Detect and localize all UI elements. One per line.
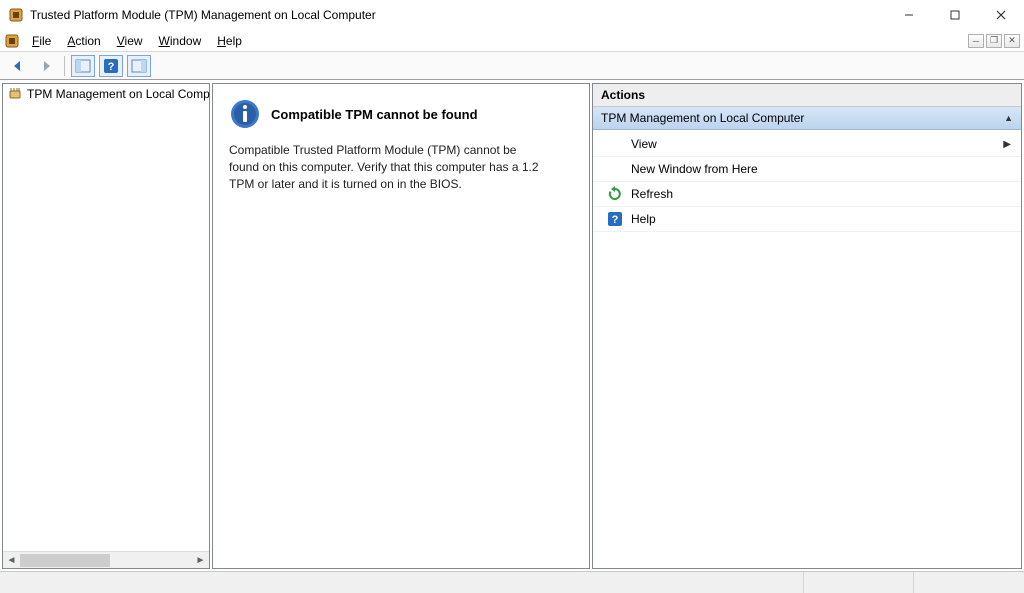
action-help[interactable]: ? Help bbox=[593, 207, 1021, 232]
titlebar: Trusted Platform Module (TPM) Management… bbox=[0, 0, 1024, 30]
actions-pane-title: Actions bbox=[593, 84, 1021, 107]
detail-heading: Compatible TPM cannot be found bbox=[271, 107, 478, 122]
actions-pane: Actions TPM Management on Local Computer… bbox=[592, 83, 1022, 569]
action-view[interactable]: View ▶ bbox=[593, 132, 1021, 157]
mdi-controls: ─ ❐ ✕ bbox=[968, 34, 1020, 48]
scroll-right-button[interactable]: ► bbox=[192, 552, 209, 569]
tpm-chip-icon bbox=[7, 86, 23, 102]
close-button[interactable] bbox=[978, 0, 1024, 30]
scroll-track[interactable] bbox=[20, 552, 192, 569]
collapse-arrow-icon: ▲ bbox=[1004, 113, 1013, 123]
menu-help[interactable]: Help bbox=[209, 32, 250, 50]
svg-text:?: ? bbox=[612, 214, 619, 226]
forward-button[interactable] bbox=[34, 55, 58, 77]
status-cell-2 bbox=[804, 572, 914, 593]
maximize-button[interactable] bbox=[932, 0, 978, 30]
minimize-button[interactable] bbox=[886, 0, 932, 30]
tree-root-node[interactable]: TPM Management on Local Comp bbox=[3, 84, 209, 104]
menu-action[interactable]: Action bbox=[59, 32, 108, 50]
menu-file[interactable]: File bbox=[24, 32, 59, 50]
submenu-arrow-icon: ▶ bbox=[1003, 139, 1011, 150]
menubar: File Action View Window Help ─ ❐ ✕ bbox=[0, 30, 1024, 52]
blank-icon bbox=[607, 161, 623, 177]
tree-root-label: TPM Management on Local Comp bbox=[27, 87, 210, 101]
toolbar-separator bbox=[64, 56, 65, 76]
app-icon bbox=[8, 7, 24, 23]
console-tree-pane: TPM Management on Local Comp ◄ ► bbox=[2, 83, 210, 569]
scroll-thumb[interactable] bbox=[20, 554, 110, 567]
scroll-left-button[interactable]: ◄ bbox=[3, 552, 20, 569]
detail-body-text: Compatible Trusted Platform Module (TPM)… bbox=[229, 142, 549, 192]
action-list: View ▶ New Window from Here Refresh bbox=[593, 130, 1021, 234]
tree-horizontal-scrollbar[interactable]: ◄ ► bbox=[3, 551, 209, 568]
mdi-minimize-button[interactable]: ─ bbox=[968, 34, 984, 48]
back-button[interactable] bbox=[6, 55, 30, 77]
info-icon bbox=[229, 98, 261, 130]
actions-group-header[interactable]: TPM Management on Local Computer ▲ bbox=[593, 107, 1021, 130]
mdi-app-icon bbox=[4, 33, 20, 49]
toolbar: ? bbox=[0, 52, 1024, 80]
actions-group-title: TPM Management on Local Computer bbox=[601, 111, 804, 125]
menu-view[interactable]: View bbox=[109, 32, 151, 50]
action-new-window-label: New Window from Here bbox=[631, 162, 1011, 176]
action-view-label: View bbox=[631, 137, 995, 151]
statusbar bbox=[0, 571, 1024, 593]
refresh-icon bbox=[607, 186, 623, 202]
mdi-restore-button[interactable]: ❐ bbox=[986, 34, 1002, 48]
show-hide-action-pane-button[interactable] bbox=[127, 55, 151, 77]
mdi-close-button[interactable]: ✕ bbox=[1004, 34, 1020, 48]
action-refresh-label: Refresh bbox=[631, 187, 1011, 201]
help-icon: ? bbox=[607, 211, 623, 227]
blank-icon bbox=[607, 136, 623, 152]
help-button[interactable]: ? bbox=[99, 55, 123, 77]
window-title: Trusted Platform Module (TPM) Management… bbox=[30, 8, 886, 22]
content-area: TPM Management on Local Comp ◄ ► Compati… bbox=[0, 80, 1024, 571]
action-refresh[interactable]: Refresh bbox=[593, 182, 1021, 207]
status-cell-3 bbox=[914, 572, 1024, 593]
show-hide-console-tree-button[interactable] bbox=[71, 55, 95, 77]
detail-header: Compatible TPM cannot be found bbox=[229, 98, 573, 130]
window-controls bbox=[886, 0, 1024, 30]
action-help-label: Help bbox=[631, 212, 1011, 226]
action-new-window[interactable]: New Window from Here bbox=[593, 157, 1021, 182]
status-cell-main bbox=[0, 572, 804, 593]
menu-window[interactable]: Window bbox=[151, 32, 210, 50]
result-pane: Compatible TPM cannot be found Compatibl… bbox=[212, 83, 590, 569]
svg-text:?: ? bbox=[108, 61, 115, 73]
